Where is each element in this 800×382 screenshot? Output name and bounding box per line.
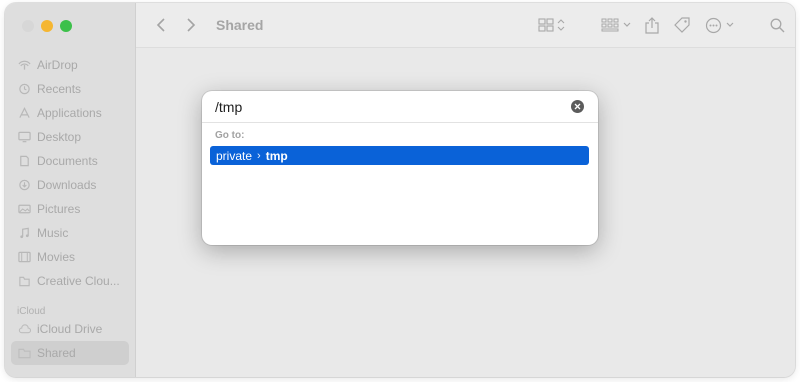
tag-icon	[674, 17, 690, 33]
suggestion-target: tmp	[265, 148, 288, 163]
toolbar-actions	[538, 3, 785, 47]
sidebar-item-label: Desktop	[37, 130, 82, 144]
grid-view-icon	[538, 18, 554, 32]
search-icon	[770, 18, 785, 32]
sidebar-item-movies[interactable]: Movies	[5, 245, 135, 269]
pictures-icon	[17, 203, 31, 215]
sidebar-item-desktop[interactable]: Desktop	[5, 125, 135, 149]
search-button[interactable]	[770, 18, 785, 33]
chevron-left-icon	[156, 18, 165, 32]
path-input-row	[202, 91, 598, 123]
sidebar-item-downloads[interactable]: Downloads	[5, 173, 135, 197]
path-suggestion[interactable]: private › tmp	[210, 146, 589, 165]
chevron-right-icon	[187, 18, 196, 32]
sidebar-list: AirDrop Recents Applications Desktop Doc…	[5, 53, 135, 365]
forward-button[interactable]	[180, 14, 202, 36]
chevron-down-icon	[726, 22, 734, 27]
minimize-window-button[interactable]	[41, 20, 53, 32]
group-grid-icon	[601, 18, 619, 32]
sidebar-item-applications[interactable]: Applications	[5, 101, 135, 125]
sidebar-item-label: Music	[37, 226, 69, 240]
window-title: Shared	[216, 17, 264, 33]
sidebar-item-icloud-drive[interactable]: iCloud Drive	[5, 317, 135, 341]
shared-folder-icon	[17, 347, 31, 359]
sidebar-item-label: AirDrop	[37, 58, 78, 72]
sidebar-item-label: Pictures	[37, 202, 81, 216]
sidebar-item-label: Documents	[37, 154, 98, 168]
document-icon	[17, 155, 31, 167]
sidebar-item-recents[interactable]: Recents	[5, 77, 135, 101]
sidebar-item-label: Applications	[37, 106, 102, 120]
updown-chevron-icon	[557, 19, 565, 31]
more-actions-button[interactable]	[705, 17, 734, 34]
sidebar-item-shared[interactable]: Shared	[11, 341, 129, 365]
clock-icon	[17, 83, 31, 95]
download-icon	[17, 179, 31, 191]
suggestion-parent: private	[216, 148, 253, 163]
goto-section-label: Go to:	[215, 130, 245, 141]
desktop-icon	[17, 131, 31, 143]
sidebar-item-label: Shared	[37, 346, 76, 360]
movies-icon	[17, 251, 31, 263]
sidebar-item-creative-cloud[interactable]: Creative Clou...	[5, 269, 135, 293]
toolbar: Shared	[136, 3, 795, 48]
close-window-button[interactable]	[22, 20, 34, 32]
chevron-down-icon	[623, 22, 631, 27]
music-icon	[17, 227, 31, 239]
group-button[interactable]	[601, 18, 631, 32]
share-button[interactable]	[645, 16, 659, 34]
sidebar-section-icloud: iCloud	[17, 306, 46, 317]
sidebar-item-label: Creative Clou...	[37, 274, 120, 288]
sidebar-item-label: Downloads	[37, 178, 97, 192]
close-icon	[574, 103, 581, 110]
sidebar-item-label: Movies	[37, 250, 76, 264]
sidebar-item-label: Recents	[37, 82, 82, 96]
sidebar-item-documents[interactable]: Documents	[5, 149, 135, 173]
zoom-window-button[interactable]	[60, 20, 72, 32]
tag-button[interactable]	[673, 16, 691, 34]
share-icon	[645, 16, 659, 34]
sidebar-item-airdrop[interactable]: AirDrop	[5, 53, 135, 77]
creative-cloud-icon	[17, 275, 31, 287]
sidebar: AirDrop Recents Applications Desktop Doc…	[5, 3, 136, 377]
view-mode-button[interactable]	[538, 18, 565, 32]
cloud-icon	[17, 323, 31, 335]
airdrop-icon	[17, 59, 31, 71]
sidebar-item-music[interactable]: Music	[5, 221, 135, 245]
window-controls	[22, 20, 72, 32]
back-button[interactable]	[150, 14, 172, 36]
sidebar-item-label: iCloud Drive	[37, 322, 103, 336]
ellipsis-circle-icon	[705, 17, 722, 33]
clear-input-button[interactable]	[571, 100, 584, 113]
chevron-right-icon: ›	[257, 149, 261, 162]
applications-icon	[17, 107, 31, 119]
go-to-folder-dialog: Go to: private › tmp	[202, 91, 598, 245]
path-input[interactable]	[215, 98, 555, 115]
sidebar-item-pictures[interactable]: Pictures	[5, 197, 135, 221]
